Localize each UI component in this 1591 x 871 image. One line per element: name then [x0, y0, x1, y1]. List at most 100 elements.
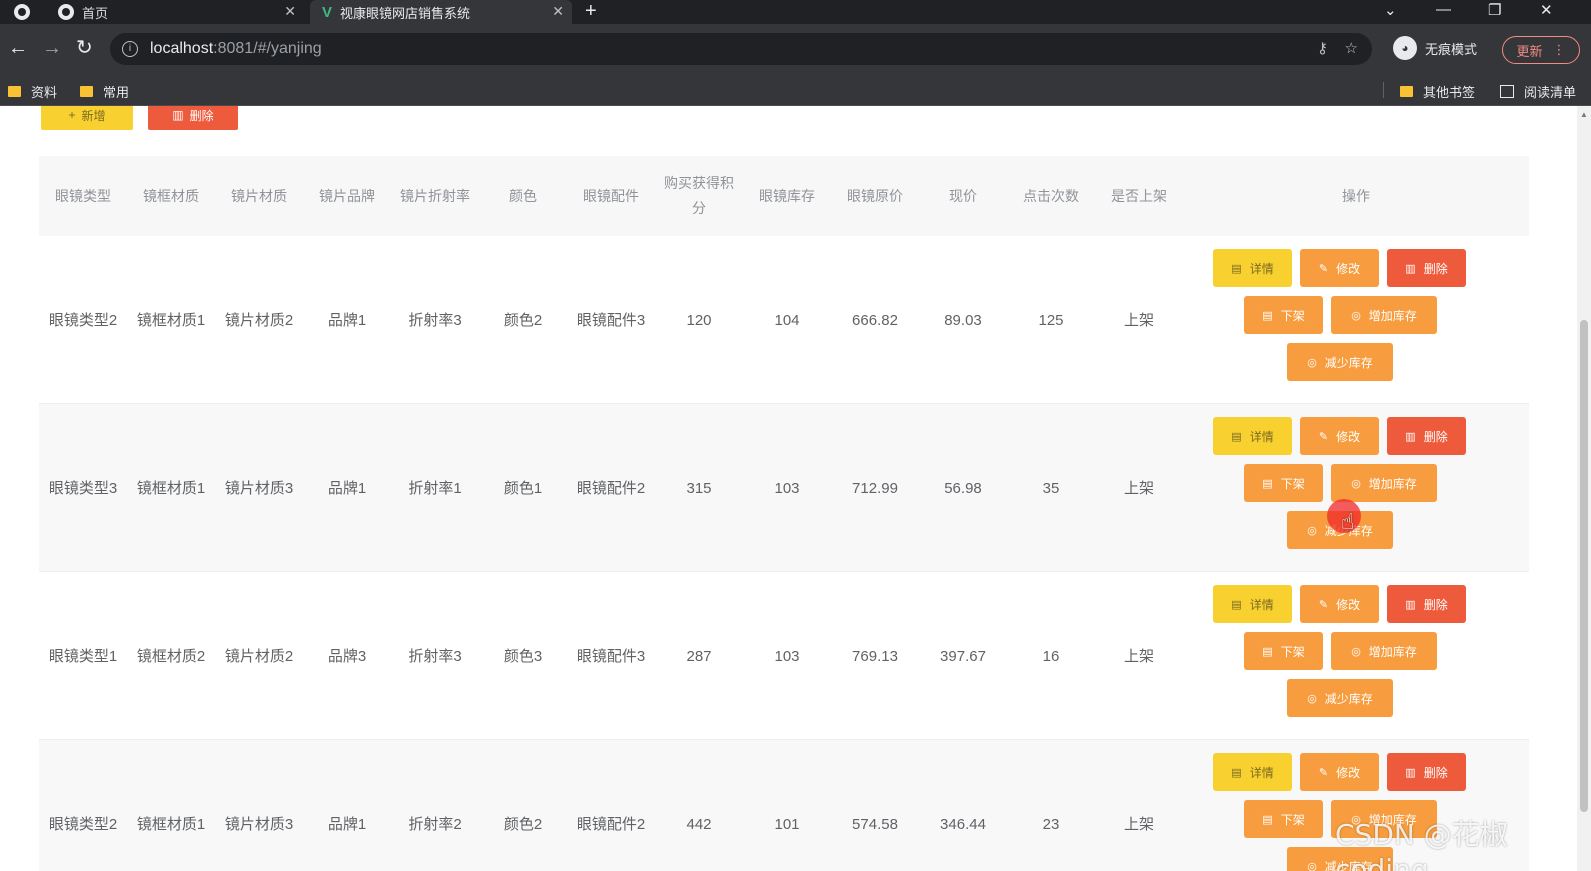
bookmark-other[interactable]: 其他书签: [1400, 82, 1475, 101]
globe-icon: [58, 4, 74, 20]
minimize-icon[interactable]: —: [1436, 1, 1451, 18]
add-stock-button[interactable]: ◎ 增加库存: [1331, 296, 1437, 334]
table-row: 眼镜类型2 镜框材质1 镜片材质3 品牌1 折射率2 颜色2 眼镜配件2 442 101 574.…: [39, 740, 1529, 871]
cell-index: 折射率1: [408, 479, 462, 497]
add-stock-button[interactable]: ◎ 增加库存: [1331, 464, 1437, 502]
site-info-icon[interactable]: i: [122, 41, 138, 57]
delete-button[interactable]: ▥ 删除: [1387, 249, 1466, 287]
tab-active-app[interactable]: V 视康眼镜网店销售系统 ✕: [310, 0, 572, 24]
batch-delete-button[interactable]: ▥ 删除: [148, 106, 238, 130]
unlist-button[interactable]: ▤ 下架: [1244, 800, 1323, 838]
scroll-thumb[interactable]: [1580, 320, 1588, 812]
close-icon[interactable]: ✕: [552, 3, 564, 20]
browser-menu-icon[interactable]: [14, 4, 30, 20]
button-label: 下架: [1280, 476, 1305, 491]
unlist-button[interactable]: ▤ 下架: [1244, 296, 1323, 334]
button-label: 详情: [1249, 429, 1274, 444]
location-icon: ◎: [1307, 692, 1317, 705]
cell-brand: 品牌3: [327, 647, 367, 665]
bookmarks-bar: 资料 常用 其他书签 阅读清单: [0, 74, 1591, 106]
column-header: 镜片品牌: [319, 187, 375, 204]
detail-button[interactable]: ▤ 详情: [1213, 249, 1292, 287]
pencil-icon: ✎: [1318, 430, 1329, 443]
tab-search-icon[interactable]: ⌄: [1384, 1, 1397, 19]
bookmark-folder[interactable]: 常用: [80, 82, 129, 101]
edit-button[interactable]: ✎ 修改: [1300, 417, 1379, 455]
button-label: 下架: [1280, 812, 1305, 827]
column-header: 操作: [1342, 187, 1370, 204]
table-body: 眼镜类型2 镜框材质1 镜片材质2 品牌1 折射率3 颜色2 眼镜配件3 120 104 666.…: [39, 236, 1529, 871]
window-close-icon[interactable]: ✕: [1540, 1, 1553, 19]
reading-list[interactable]: 阅读清单: [1500, 82, 1576, 101]
bookmark-label: 资料: [31, 85, 58, 100]
edit-button[interactable]: ✎ 修改: [1300, 753, 1379, 791]
document-icon: ▤: [1231, 766, 1242, 779]
incognito-indicator[interactable]: ◕ 无痕模式: [1393, 36, 1477, 60]
button-label: 下架: [1280, 644, 1305, 659]
document-icon: ▤: [1231, 598, 1242, 611]
cell-listed: 上架: [1123, 647, 1154, 665]
cell-stock: 103: [774, 647, 800, 665]
location-icon: ◎: [1351, 309, 1361, 322]
reduce-stock-button[interactable]: ◎ 减少库存: [1287, 679, 1393, 717]
unlist-button[interactable]: ▤ 下架: [1244, 632, 1323, 670]
column-header: 眼镜配件: [583, 187, 639, 204]
cell-accessory: 眼镜配件2: [576, 815, 646, 833]
star-icon[interactable]: ☆: [1345, 39, 1358, 57]
reduce-stock-button[interactable]: ◎ 减少库存: [1287, 343, 1393, 381]
bookmark-label: 阅读清单: [1524, 85, 1577, 100]
button-label: 修改: [1336, 765, 1361, 780]
plus-icon: +: [68, 108, 76, 122]
cell-points: 120: [686, 311, 712, 329]
unlist-button[interactable]: ▤ 下架: [1244, 464, 1323, 502]
close-icon[interactable]: ✕: [284, 3, 296, 20]
delete-button[interactable]: ▥ 删除: [1387, 417, 1466, 455]
new-tab-icon[interactable]: +: [585, 0, 597, 22]
button-label: 删除: [1423, 597, 1448, 612]
cell-index: 折射率2: [408, 815, 462, 833]
cell-frame: 镜框材质1: [136, 815, 206, 833]
column-header: 眼镜库存: [759, 187, 815, 204]
delete-button[interactable]: ▥ 删除: [1387, 753, 1466, 791]
add-stock-button[interactable]: ◎ 增加库存: [1331, 632, 1437, 670]
key-icon[interactable]: ⚷: [1317, 39, 1328, 57]
button-label: 删除: [1423, 765, 1448, 780]
button-label: 减少库存: [1324, 691, 1373, 706]
column-header: 颜色: [509, 187, 537, 204]
folder-icon: [80, 86, 93, 97]
cell-lens: 镜片材质3: [224, 479, 294, 497]
cell-lens: 镜片材质2: [224, 311, 294, 329]
watermark: CSDN @花椒coding: [1335, 818, 1508, 871]
page-scrollbar[interactable]: ▲: [1577, 106, 1591, 871]
scroll-up-icon[interactable]: ▲: [1580, 110, 1588, 119]
cell-type: 眼镜类型1: [48, 647, 118, 665]
add-label: 新增: [81, 108, 106, 123]
trash-icon: ▥: [1405, 430, 1416, 443]
edit-button[interactable]: ✎ 修改: [1300, 585, 1379, 623]
more-icon: ⋮: [1552, 42, 1566, 57]
bookmark-divider: [1383, 82, 1384, 98]
bookmark-folder[interactable]: 资料: [8, 82, 57, 101]
update-button[interactable]: 更新 ⋮: [1502, 36, 1580, 64]
detail-button[interactable]: ▤ 详情: [1213, 417, 1292, 455]
document-icon: ▤: [1262, 309, 1273, 322]
reload-icon[interactable]: ↻: [76, 36, 93, 60]
detail-button[interactable]: ▤ 详情: [1213, 585, 1292, 623]
tab-home[interactable]: 首页 ✕: [46, 0, 304, 24]
edit-button[interactable]: ✎ 修改: [1300, 249, 1379, 287]
url-bar[interactable]: i localhost:8081/#/yanjing ⚷ ☆: [110, 33, 1372, 65]
restore-icon[interactable]: ❐: [1488, 1, 1501, 19]
detail-button[interactable]: ▤ 详情: [1213, 753, 1292, 791]
delete-button[interactable]: ▥ 删除: [1387, 585, 1466, 623]
add-button[interactable]: + 新增: [41, 106, 133, 130]
cell-orig-price: 712.99: [852, 479, 898, 497]
forward-icon[interactable]: →: [42, 36, 62, 60]
column-header: 镜片材质: [231, 187, 287, 204]
back-icon[interactable]: ←: [8, 36, 28, 60]
column-header: 现价: [949, 187, 977, 204]
table-row: 眼镜类型3 镜框材质1 镜片材质3 品牌1 折射率1 颜色1 眼镜配件2 315 103 712.…: [39, 404, 1529, 572]
address-bar-row: ← → ↻ i localhost:8081/#/yanjing ⚷ ☆ ◕ 无…: [0, 24, 1591, 74]
table-row: 眼镜类型2 镜框材质1 镜片材质2 品牌1 折射率3 颜色2 眼镜配件3 120 104 666.…: [39, 236, 1529, 404]
cell-lens: 镜片材质3: [224, 815, 294, 833]
button-label: 修改: [1336, 261, 1361, 276]
